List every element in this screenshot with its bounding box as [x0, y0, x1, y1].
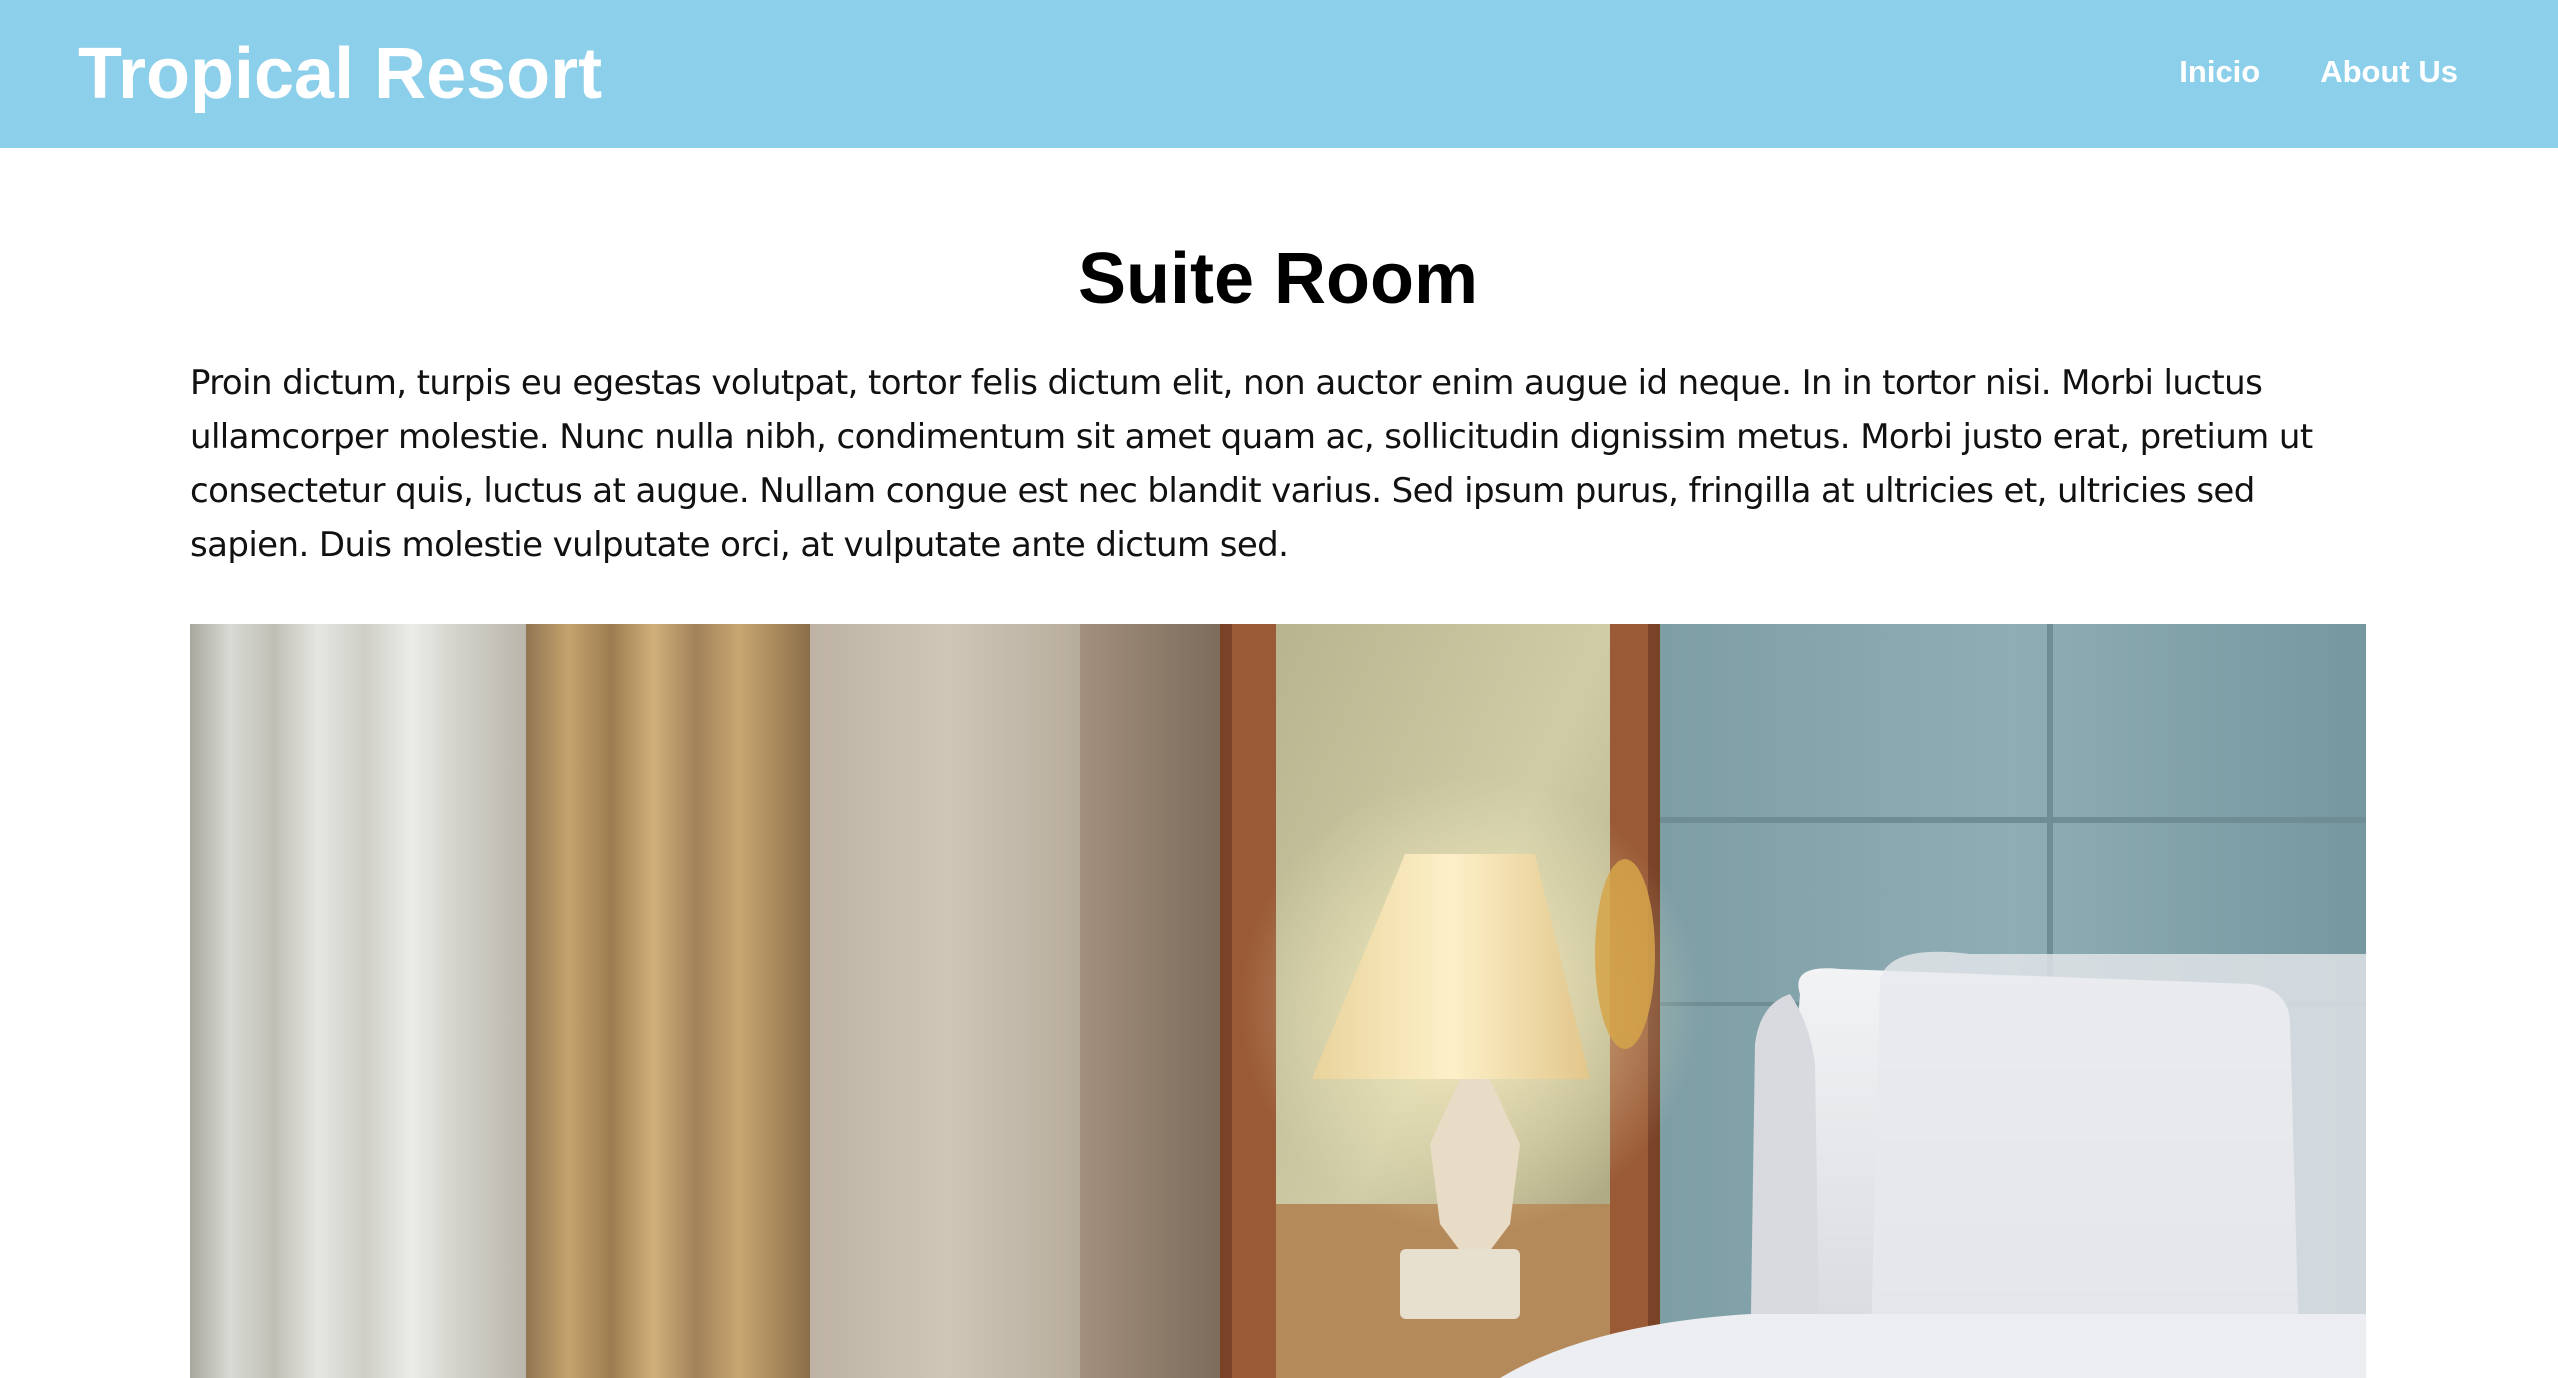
main-nav: Inicio About Us	[2179, 50, 2458, 94]
page-title: Suite Room	[1077, 239, 1478, 319]
bedroom-image	[190, 624, 2366, 1378]
site-header: Tropical Resort Inicio About Us	[0, 0, 2558, 148]
nav-link-inicio[interactable]: Inicio	[2179, 50, 2260, 94]
nav-link-about-us[interactable]: About Us	[2320, 50, 2458, 94]
room-photo	[190, 624, 2366, 1378]
main-content: Suite Room Proin dictum, turpis eu egest…	[190, 148, 2366, 572]
room-description: Proin dictum, turpis eu egestas volutpat…	[190, 363, 2313, 565]
brand-logo-link[interactable]: Tropical Resort	[78, 28, 602, 120]
